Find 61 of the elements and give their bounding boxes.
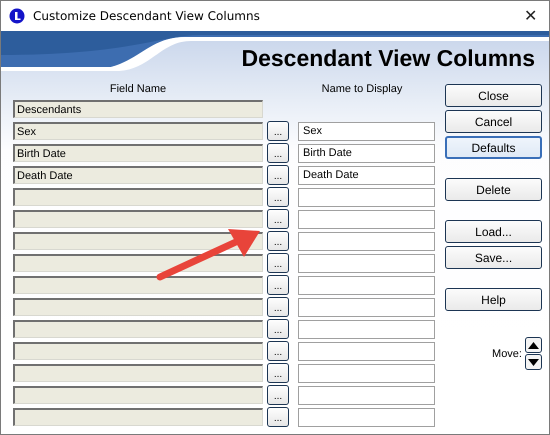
field-name-input[interactable] <box>13 276 263 294</box>
browse-button[interactable]: ... <box>267 319 289 339</box>
browse-button[interactable]: ... <box>267 275 289 295</box>
browse-button[interactable]: ... <box>267 385 289 405</box>
dialog-button[interactable]: Defaults <box>445 136 542 159</box>
browse-button[interactable]: ... <box>267 143 289 163</box>
field-name-input[interactable] <box>13 232 263 250</box>
browse-button[interactable]: ... <box>267 297 289 317</box>
browse-button[interactable]: ... <box>267 341 289 361</box>
dialog-button[interactable]: Load... <box>445 220 542 243</box>
column-header: Name to Display <box>322 83 402 95</box>
display-name-input[interactable] <box>298 298 435 316</box>
dialog-button[interactable]: Cancel <box>445 110 542 133</box>
browse-button[interactable]: ... <box>267 253 289 273</box>
display-name-input[interactable] <box>298 254 435 272</box>
display-name-input[interactable] <box>298 320 435 338</box>
field-name-input[interactable]: Sex <box>13 122 263 140</box>
field-name-input[interactable]: Descendants <box>13 100 263 118</box>
field-name-input[interactable]: Death Date <box>13 166 263 184</box>
browse-button[interactable]: ... <box>267 231 289 251</box>
browse-button[interactable]: ... <box>267 187 289 207</box>
display-name-input[interactable] <box>298 386 435 404</box>
move-up-button[interactable] <box>525 337 542 353</box>
close-button[interactable]: ✕ <box>520 6 541 26</box>
field-name-input[interactable] <box>13 364 263 382</box>
up-triangle-icon <box>528 342 539 348</box>
display-name-input[interactable] <box>298 408 435 426</box>
display-name-input[interactable] <box>298 276 435 294</box>
app-logo-icon <box>9 8 25 24</box>
field-name-input[interactable] <box>13 386 263 404</box>
field-name-input[interactable]: Birth Date <box>13 144 263 162</box>
window-title: Customize Descendant View Columns <box>33 9 261 23</box>
dialog-heading: Descendant View Columns <box>241 45 535 72</box>
dialog-button[interactable]: Delete <box>445 178 542 201</box>
display-name-input[interactable]: Birth Date <box>298 144 435 162</box>
browse-button[interactable]: ... <box>267 407 289 427</box>
field-name-input[interactable] <box>13 210 263 228</box>
field-name-input[interactable] <box>13 342 263 360</box>
browse-button[interactable]: ... <box>267 363 289 383</box>
move-label: Move: <box>492 348 522 360</box>
browse-button[interactable]: ... <box>267 165 289 185</box>
field-name-input[interactable] <box>13 408 263 426</box>
move-down-button[interactable] <box>525 354 542 370</box>
dialog-button[interactable]: Save... <box>445 246 542 269</box>
column-header: Field Name <box>110 83 166 95</box>
display-name-input[interactable] <box>298 364 435 382</box>
dialog-button[interactable]: Help <box>445 288 542 311</box>
dialog-button[interactable]: Close <box>445 84 542 107</box>
field-name-input[interactable] <box>13 320 263 338</box>
field-name-input[interactable] <box>13 254 263 272</box>
display-name-input[interactable] <box>298 342 435 360</box>
display-name-input[interactable] <box>298 232 435 250</box>
browse-button[interactable]: ... <box>267 209 289 229</box>
down-triangle-icon <box>528 358 539 366</box>
field-name-input[interactable] <box>13 188 263 206</box>
display-name-input[interactable]: Sex <box>298 122 435 140</box>
display-name-input[interactable] <box>298 188 435 206</box>
display-name-input[interactable] <box>298 210 435 228</box>
display-name-input[interactable]: Death Date <box>298 166 435 184</box>
browse-button[interactable]: ... <box>267 121 289 141</box>
field-name-input[interactable] <box>13 298 263 316</box>
